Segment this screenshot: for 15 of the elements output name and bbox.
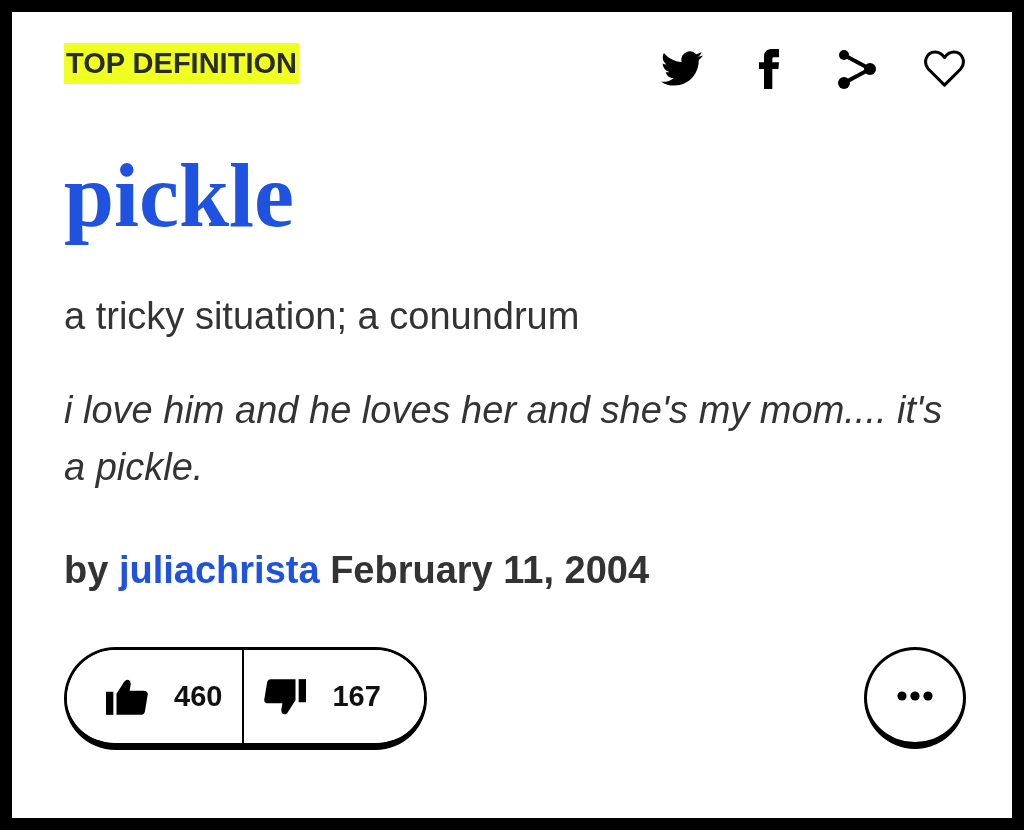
example-text: i love him and he loves her and she's my mom.... it's a pickle. — [64, 388, 944, 490]
facebook-f-icon[interactable] — [759, 48, 779, 89]
thumbs-up-icon — [106, 677, 148, 716]
downvote-button[interactable]: 167 — [242, 650, 424, 743]
defined-word[interactable]: pickle — [64, 146, 294, 246]
definition-text: a tricky situation; a conundrum — [64, 294, 580, 339]
more-dots-icon — [897, 691, 933, 701]
top-definition-badge: TOP DEFINITION — [64, 43, 299, 84]
share-icon[interactable] — [837, 48, 877, 89]
post-date: February 11, 2004 — [330, 549, 650, 591]
twitter-bird-icon[interactable] — [661, 51, 703, 86]
thumbs-down-icon — [264, 677, 307, 716]
heart-icon[interactable] — [923, 49, 966, 88]
byline-prefix: by — [64, 549, 109, 591]
author-link[interactable]: juliachrista — [118, 549, 320, 591]
